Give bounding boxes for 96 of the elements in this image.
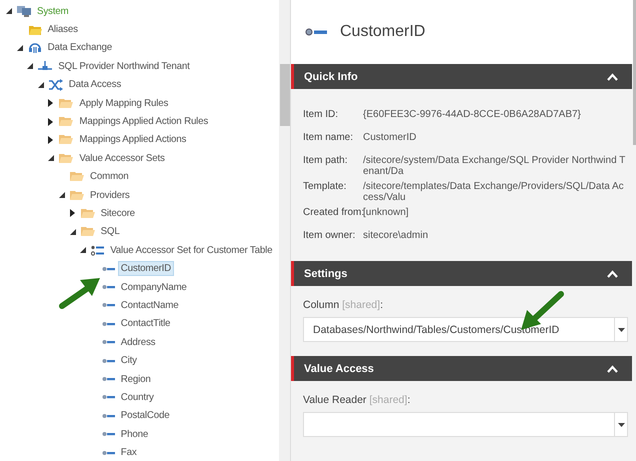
section-header[interactable]: Settings (291, 261, 632, 286)
folder-icon (59, 116, 74, 128)
expanded-triangle-icon[interactable] (6, 8, 12, 14)
tree-item[interactable]: Mappings Applied Actions (76, 132, 190, 148)
tree-item[interactable]: SQL (98, 224, 123, 240)
tree-item[interactable]: CustomerID (118, 261, 174, 276)
field-icon (102, 450, 115, 456)
folder-icon (28, 24, 42, 36)
scrollbar-thumb[interactable] (633, 0, 636, 145)
expanded-triangle-icon[interactable] (27, 63, 34, 70)
tree-item[interactable]: Value Accessor Sets (76, 150, 168, 166)
chevron-up-icon[interactable] (607, 270, 618, 278)
tree-item[interactable]: Sitecore (98, 206, 138, 221)
arrow-annotation-icon (58, 276, 102, 310)
expanded-triangle-icon[interactable] (59, 192, 65, 198)
field-label: Item ID: (303, 109, 340, 120)
tree-item[interactable]: System (34, 4, 72, 19)
field-label: Value Reader (303, 394, 366, 406)
folder-icon (59, 98, 74, 109)
expanded-triangle-icon[interactable] (48, 155, 54, 162)
collapsed-triangle-icon[interactable] (48, 99, 54, 108)
collapsed-triangle-icon[interactable] (48, 118, 54, 126)
field-icon (305, 28, 327, 36)
list-icon (91, 244, 104, 256)
field-icon (102, 358, 115, 364)
section-header[interactable]: Value Access (291, 356, 632, 381)
field-icon (102, 266, 115, 272)
expanded-triangle-icon[interactable] (16, 44, 23, 51)
item-title: CustomerID (340, 23, 426, 41)
collapsed-triangle-icon[interactable] (48, 136, 54, 144)
field-label: Item owner: (303, 230, 356, 241)
tree-item[interactable]: City (118, 353, 140, 368)
folder-icon (59, 134, 74, 146)
scrollbar[interactable] (279, 0, 290, 461)
field-label: Created from: (303, 207, 363, 218)
tree-item[interactable]: ContactName (118, 298, 182, 313)
folder-icon (80, 208, 95, 219)
field-label: Item path: (303, 155, 348, 166)
folder-icon (80, 226, 95, 238)
expanded-triangle-icon[interactable] (38, 82, 44, 88)
computers-icon (17, 5, 31, 18)
folder-icon (70, 171, 84, 182)
dropdown-field[interactable]: Databases/Northwind/Tables/Customers/CustomerID (303, 317, 628, 342)
tree-item[interactable]: Region (118, 372, 154, 386)
field-value: /sitecore/templates/Data Exchange/Providers/SQL/Data Access/Valu (363, 181, 625, 203)
field-value: sitecore\admin (363, 230, 430, 241)
sitemap-icon (38, 61, 52, 72)
tree-item[interactable]: ContactTitle (118, 316, 174, 332)
tree-item[interactable]: SQL Provider Northwind Tenant (55, 58, 193, 74)
tree-item[interactable]: Address (118, 334, 158, 350)
tree-item[interactable]: PostalCode (118, 408, 172, 424)
shuffle-icon (48, 78, 63, 91)
field-icon (102, 284, 115, 290)
chevron-up-icon[interactable] (607, 72, 618, 80)
field-value: {E60FEE3C-9976-44AD-8CCE-0B6A28AD7AB7} (363, 109, 582, 120)
headset-icon (28, 41, 42, 54)
tree-item[interactable]: Providers (87, 188, 133, 203)
tree-item[interactable]: Country (118, 390, 157, 405)
tree-item[interactable]: Common (87, 169, 132, 184)
tree-item[interactable]: CompanyName (118, 280, 190, 295)
folder-icon (59, 152, 74, 164)
section-header[interactable]: Quick Info (291, 64, 632, 89)
shared-note: [shared] (342, 299, 380, 311)
tree-item[interactable]: Aliases (44, 22, 81, 38)
scrollbar-thumb[interactable] (280, 64, 290, 126)
expanded-triangle-icon[interactable] (80, 247, 86, 254)
tree-item[interactable]: Data Access (66, 77, 124, 92)
field-icon (102, 339, 115, 346)
field-icon (102, 376, 115, 382)
field-value: CustomerID (363, 132, 418, 143)
caret-icon (618, 328, 624, 332)
tree-item[interactable]: Phone (118, 426, 152, 442)
chevron-up-icon[interactable] (607, 364, 618, 372)
tree-item[interactable]: Value Accessor Set for Customer Table (107, 242, 276, 258)
field-value: /sitecore/system/Data Exchange/SQL Provider Northwind Tenant/Da (363, 155, 626, 177)
field-icon (102, 320, 115, 327)
tree-item[interactable]: Apply Mapping Rules (76, 96, 172, 111)
tree-item[interactable]: Fax (118, 445, 140, 460)
field-label: Item name: (303, 132, 354, 143)
field-label: Template: (303, 181, 348, 192)
field-label: Column (303, 299, 340, 311)
field-icon (102, 431, 115, 438)
field-icon (102, 412, 115, 419)
caret-icon (618, 422, 624, 426)
label-colon: : (407, 394, 410, 406)
field-icon (102, 302, 115, 308)
shared-note: [shared] (369, 394, 408, 406)
field-icon (102, 394, 115, 400)
tree-item[interactable]: Mappings Applied Action Rules (76, 114, 212, 130)
tree-item[interactable]: Data Exchange (44, 40, 115, 56)
expanded-triangle-icon[interactable] (70, 228, 76, 235)
collapsed-triangle-icon[interactable] (70, 209, 75, 218)
dropdown-field[interactable] (303, 412, 628, 437)
folder-icon (70, 190, 84, 201)
field-value: [unknown] (363, 207, 410, 218)
label-colon: : (380, 299, 383, 311)
